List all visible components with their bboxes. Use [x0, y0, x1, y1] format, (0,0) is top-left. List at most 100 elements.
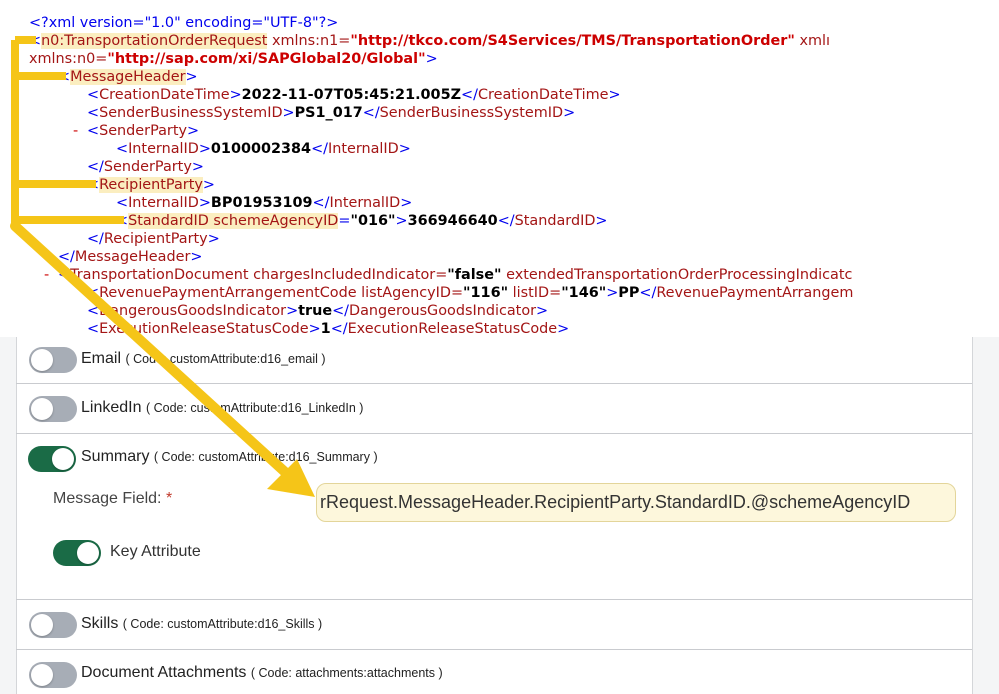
message-field-label: Message Field: * [53, 490, 173, 507]
xml-bracket: > [425, 51, 438, 67]
attribute-name: Email [81, 350, 122, 367]
row-divider [16, 433, 972, 434]
xml-attr-value: "016" [350, 213, 396, 229]
xml-message-header-close: </MessageHeader> [58, 249, 203, 265]
xml-sender-party-open[interactable]: <SenderParty> [87, 122, 199, 140]
xml-attr-name: xmlns:n0= [29, 51, 108, 67]
attribute-code: ( Code: customAttribute:d16_LinkedIn ) [145, 401, 364, 415]
toggle-knob [77, 542, 99, 564]
xml-collapse-toggle[interactable]: - [73, 122, 78, 140]
xml-tag: DangerousGoodsIndicator [349, 303, 537, 319]
xml-attr-name: extendedTransportationOrderProcessingInd… [501, 267, 853, 283]
linkedin-toggle[interactable] [29, 396, 77, 422]
xml-tag: InternalID [128, 141, 199, 157]
row-divider [16, 599, 972, 600]
row-divider [16, 383, 972, 384]
email-toggle[interactable] [29, 347, 77, 373]
xml-sender-party-close: </SenderParty> [87, 159, 204, 175]
xml-value: PP [618, 285, 640, 301]
xml-attr-name: xmlı [794, 33, 830, 49]
row-divider [16, 649, 972, 650]
attribute-code: ( Code: customAttribute:d16_Summary ) [153, 450, 378, 464]
xml-attr-value: "http://sap.com/xi/SAPGlobal20/Global" [107, 51, 426, 67]
xml-message-header-open[interactable]: <MessageHeader> [58, 68, 198, 86]
xml-tag: SenderParty [99, 123, 188, 139]
xml-attr-value: "false" [447, 267, 502, 283]
xml-tag: InternalID [128, 195, 199, 211]
xml-attr-name: listID= [508, 285, 562, 301]
xml-collapse-toggle[interactable]: - [44, 266, 49, 284]
toggle-knob [31, 349, 53, 371]
xml-attr-name: chargesIncludedIndicator= [248, 267, 448, 283]
xml-attr-value: "146" [561, 285, 607, 301]
xml-line-standard-id: <StandardID schemeAgencyID="016">3669466… [116, 213, 608, 229]
attribute-code: ( Code: customAttribute:d16_email ) [125, 352, 326, 366]
xml-value: BP01953109 [210, 195, 313, 211]
attribute-label-summary: Summary ( Code: customAttribute:d16_Summ… [81, 448, 378, 466]
xml-recipient-party-open[interactable]: <RecipientParty> [87, 176, 215, 194]
xml-transport-doc-open[interactable]: <TransportationDocument chargesIncludedI… [58, 266, 852, 284]
xml-tag: StandardID schemeAgencyID [128, 213, 339, 229]
message-field-input-wrapper [316, 483, 956, 522]
xml-attr-name: xmlns:n1= [267, 33, 351, 49]
xml-attr-value: "116" [463, 285, 509, 301]
xml-declaration: <?xml version="1.0" encoding="UTF-8"?> [29, 14, 338, 32]
toggle-knob [31, 398, 53, 420]
xml-tag: ExecutionReleaseStatusCode [99, 321, 309, 337]
xml-tag: CreationDateTime [99, 87, 230, 103]
xml-root-tag: n0:TransportationOrderRequest [41, 33, 268, 49]
xml-tag: StandardID [514, 213, 596, 229]
attribute-name: Summary [81, 448, 150, 465]
xml-value: PS1_017 [294, 105, 363, 121]
xml-line-revenue: <RevenuePaymentArrangementCode listAgenc… [87, 285, 854, 301]
xml-declaration-text: <?xml version="1.0" encoding="UTF-8"?> [29, 15, 339, 31]
xml-line-recipient-internal-id: <InternalID>BP01953109</InternalID> [116, 195, 413, 211]
attribute-label-email: Email ( Code: customAttribute:d16_email … [81, 350, 326, 368]
xml-line-sender-internal-id: <InternalID>0100002384</InternalID> [116, 141, 411, 157]
xml-tag: CreationDateTime [477, 87, 609, 103]
xml-recipient-party-close: </RecipientParty> [87, 231, 220, 247]
xml-tag: RecipientParty [99, 177, 203, 193]
xml-root-ns: xmlns:n0="http://sap.com/xi/SAPGlobal20/… [29, 50, 438, 68]
xml-value: 0100002384 [210, 141, 312, 157]
xml-tag: MessageHeader [74, 249, 191, 265]
xml-value: true [298, 303, 333, 319]
xml-tag: MessageHeader [70, 69, 186, 85]
xml-root-open[interactable]: <n0:TransportationOrderRequest xmlns:n1=… [29, 32, 830, 50]
xml-tag: DangerousGoodsIndicator [99, 303, 287, 319]
xml-value: 2022-11-07T05:45:21.005Z [241, 87, 462, 103]
summary-toggle[interactable] [28, 446, 76, 472]
key-attribute-toggle[interactable] [53, 540, 101, 566]
xml-tag: TransportationDocument [70, 267, 249, 283]
xml-value: 366946640 [407, 213, 498, 229]
xml-tag: ExecutionReleaseStatusCode [347, 321, 558, 337]
xml-viewer: <?xml version="1.0" encoding="UTF-8"?> <… [0, 0, 999, 337]
xml-line-creation-datetime: <CreationDateTime>2022-11-07T05:45:21.00… [87, 87, 621, 103]
attribute-code: ( Code: attachments:attachments ) [250, 666, 443, 680]
xml-value: 1 [320, 321, 331, 337]
xml-tag: RecipientParty [103, 231, 208, 247]
xml-tag: RevenuePaymentArrangem [656, 285, 854, 301]
key-attribute-label: Key Attribute [110, 543, 201, 560]
document-attachments-toggle[interactable] [29, 662, 77, 688]
toggle-knob [31, 664, 53, 686]
attribute-name: LinkedIn [81, 399, 142, 416]
xml-bracket: < [29, 33, 42, 49]
toggle-knob [31, 614, 53, 636]
xml-tag: InternalID [329, 195, 401, 211]
attribute-label-skills: Skills ( Code: customAttribute:d16_Skill… [81, 615, 322, 633]
skills-toggle[interactable] [29, 612, 77, 638]
xml-bracket: < [58, 69, 71, 85]
attribute-code: ( Code: customAttribute:d16_Skills ) [122, 617, 323, 631]
attribute-name: Skills [81, 615, 119, 632]
xml-line-dangerous-goods: <DangerousGoodsIndicator>true</Dangerous… [87, 303, 549, 319]
attribute-settings-panel: Email ( Code: customAttribute:d16_email … [0, 337, 999, 694]
attribute-label-linkedin: LinkedIn ( Code: customAttribute:d16_Lin… [81, 399, 363, 417]
xml-tag: SenderBusinessSystemID [99, 105, 283, 121]
xml-attr-value: "http://tkco.com/S4Services/TMS/Transpor… [350, 33, 795, 49]
xml-tag: InternalID [327, 141, 399, 157]
xml-attr-name: listAgencyID= [356, 285, 464, 301]
xml-line-execution-release: <ExecutionReleaseStatusCode>1</Execution… [87, 321, 570, 337]
xml-bracket: > [185, 69, 198, 85]
message-field-input[interactable] [317, 484, 955, 521]
